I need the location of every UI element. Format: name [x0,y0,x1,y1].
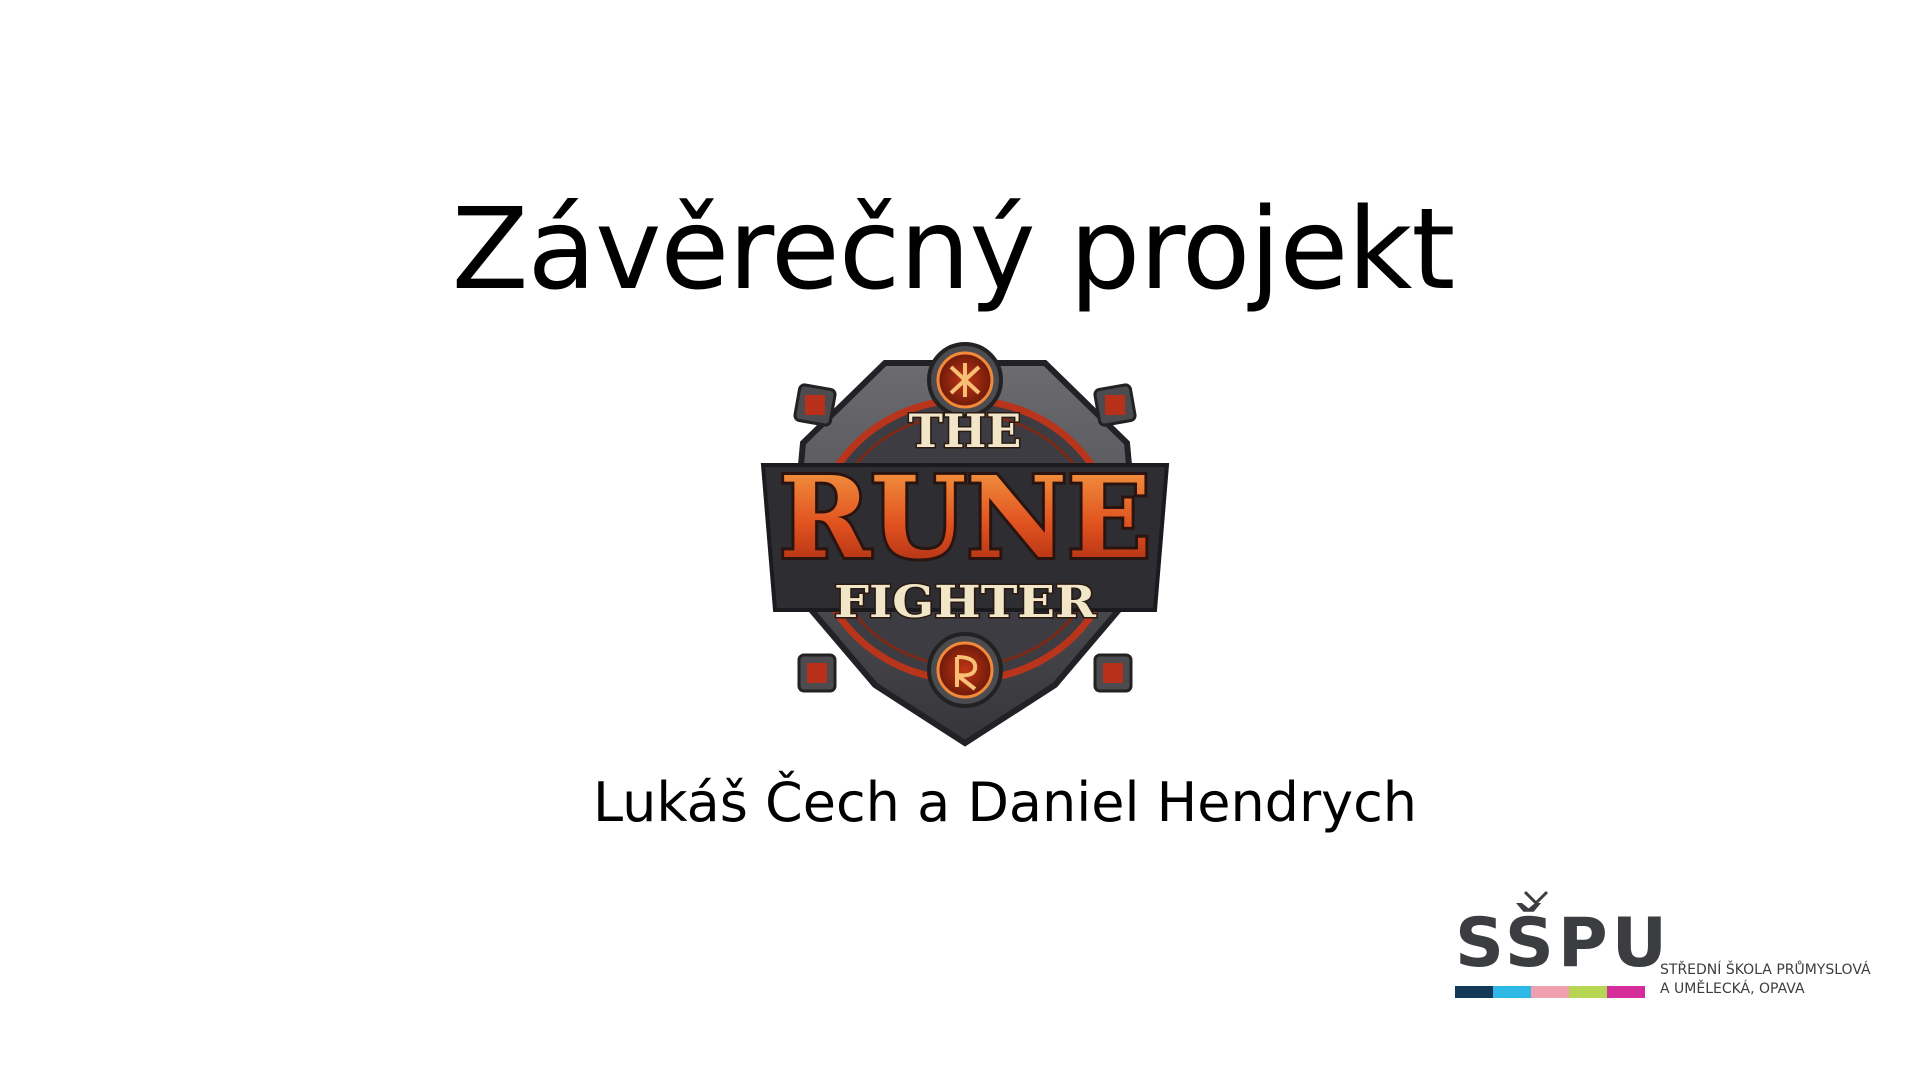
sspu-school-logo: SŠPU STŘEDNÍ ŠKOLA PRŮMYSLOVÁ A UMĚLECKÁ… [1455,888,1895,1008]
color-bar-segment [1455,986,1493,998]
slide-title: Závěrečný projekt [451,185,1455,315]
logo-rune: RUNE [779,453,1151,584]
corner-rune-tl [793,383,837,427]
logo-fighter: FIGHTER [834,577,1096,628]
color-bar-segment [1531,986,1569,998]
school-name-line2: A UMĚLECKÁ, OPAVA [1660,981,1805,997]
logo-the: THE [909,404,1022,458]
school-color-bar [1455,986,1645,998]
color-bar-segment [1493,986,1531,998]
school-acronym: SŠPU [1455,904,1671,983]
school-name-line1: STŘEDNÍ ŠKOLA PRŮMYSLOVÁ [1660,962,1871,978]
color-bar-segment [1569,986,1607,998]
slide: Závěrečný projekt THE RUNE FIGHTER Lukáš… [0,0,1920,1080]
rune-fighter-logo: THE RUNE FIGHTER [755,325,1175,755]
school-name: STŘEDNÍ ŠKOLA PRŮMYSLOVÁ A UMĚLECKÁ, OPA… [1660,961,1871,999]
color-bar-segment [1607,986,1645,998]
authors-text: Lukáš Čech a Daniel Hendrych [592,771,1418,834]
